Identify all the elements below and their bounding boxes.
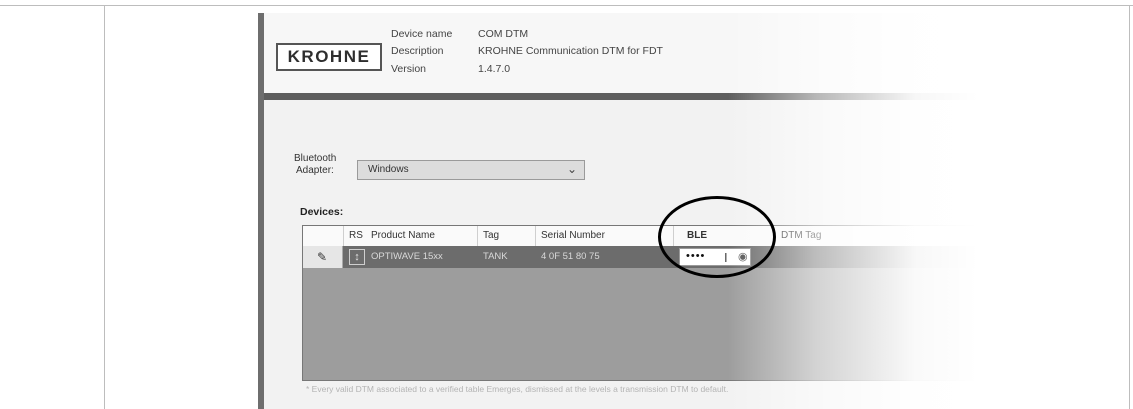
- row-header-cell[interactable]: ✎: [303, 246, 343, 268]
- version-value: 1.4.7.0: [478, 63, 511, 75]
- chevron-down-icon[interactable]: ⌄: [567, 162, 577, 176]
- description-value: KROHNE Communication DTM for FDT: [478, 45, 663, 57]
- column-header-dtm-tag[interactable]: DTM Tag: [781, 230, 821, 241]
- cell-tag: TANK: [483, 251, 508, 262]
- dtm-header: KROHNE Device name COM DTM Description K…: [264, 13, 978, 93]
- devices-table: RS Product Name Tag Serial Number BLE DT…: [302, 225, 978, 381]
- frame-left-border: [104, 5, 105, 409]
- adapter-selected-value: Windows: [368, 164, 409, 175]
- column-header-tag[interactable]: Tag: [483, 230, 499, 241]
- krohne-logo: KROHNE: [276, 43, 382, 71]
- frame-top-border: [0, 5, 1133, 6]
- highlight-circle: [658, 196, 776, 278]
- column-separator: [343, 226, 344, 246]
- column-separator: [535, 226, 536, 246]
- header-divider-bar: [264, 93, 978, 100]
- adapter-label: Adapter:: [296, 165, 334, 176]
- footnote-text: * Every valid DTM associated to a verifi…: [306, 384, 729, 394]
- device-name-value: COM DTM: [478, 28, 529, 40]
- devices-table-header: RS Product Name Tag Serial Number BLE DT…: [303, 226, 977, 247]
- column-header-serial-number[interactable]: Serial Number: [541, 230, 605, 241]
- frame-right-border: [1129, 5, 1130, 409]
- adapter-select[interactable]: Windows ⌄: [357, 160, 585, 180]
- cell-product-name: OPTIWAVE 15xx: [371, 251, 443, 262]
- devices-label: Devices:: [300, 206, 344, 218]
- column-header-rs[interactable]: RS: [349, 230, 363, 241]
- device-name-label: Device name: [391, 28, 453, 40]
- dtm-screenshot: KROHNE Device name COM DTM Description K…: [258, 13, 978, 409]
- description-label: Description: [391, 45, 444, 57]
- table-row[interactable]: ✎ ↕ OPTIWAVE 15xx TANK 4 0F 51 80 75 •••…: [303, 246, 977, 268]
- cell-serial-number: 4 0F 51 80 75: [541, 251, 600, 262]
- column-header-product-name[interactable]: Product Name: [371, 230, 435, 241]
- column-separator: [477, 226, 478, 246]
- rs-status-icon: ↕: [349, 249, 365, 265]
- pencil-icon: ✎: [317, 250, 328, 264]
- bluetooth-group-label: Bluetooth: [294, 153, 337, 164]
- version-label: Version: [391, 63, 427, 75]
